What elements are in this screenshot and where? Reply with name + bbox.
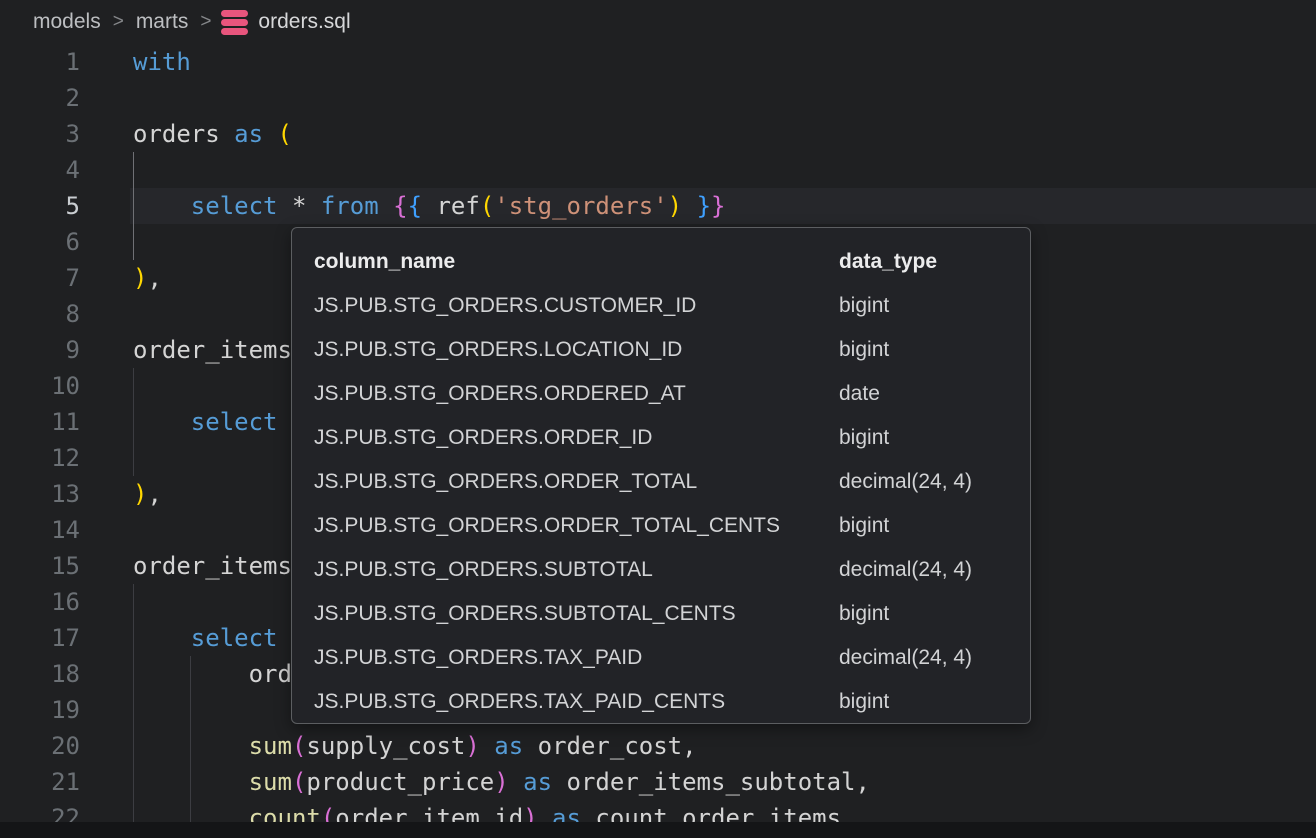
column-name-cell: JS.PUB.STG_ORDERS.CUSTOMER_ID [314, 294, 839, 318]
code-line[interactable]: 5 select * from {{ ref('stg_orders') }} [0, 188, 1316, 224]
code-text: sum(product_price) as order_items_subtot… [133, 764, 870, 800]
line-number: 3 [0, 116, 80, 152]
code-text: ), [133, 260, 162, 296]
data-type-cell: bigint [839, 294, 1008, 318]
column-row: JS.PUB.STG_ORDERS.TAX_PAID_CENTSbigint [292, 680, 1030, 724]
line-number: 12 [0, 440, 80, 476]
code-line[interactable]: 2 [0, 80, 1316, 116]
chevron-right-icon: > [200, 11, 211, 33]
indent-guide [190, 656, 191, 836]
data-type-cell: decimal(24, 4) [839, 646, 1008, 670]
data-type-cell: bigint [839, 426, 1008, 450]
line-number: 10 [0, 368, 80, 404]
column-row: JS.PUB.STG_ORDERS.SUBTOTAL_CENTSbigint [292, 592, 1030, 636]
code-line[interactable]: 3 orders as ( [0, 116, 1316, 152]
code-text: select * from {{ ref('stg_orders') }} [133, 188, 725, 224]
breadcrumb-file-name[interactable]: orders.sql [258, 10, 350, 34]
line-number: 15 [0, 548, 80, 584]
breadcrumb-item-models[interactable]: models [33, 10, 101, 34]
line-number: 2 [0, 80, 80, 116]
line-number: 5 [0, 188, 80, 224]
line-number: 7 [0, 260, 80, 296]
chevron-right-icon: > [113, 11, 124, 33]
column-row: JS.PUB.STG_ORDERS.ORDER_IDbigint [292, 416, 1030, 460]
column-row: JS.PUB.STG_ORDERS.TAX_PAIDdecimal(24, 4) [292, 636, 1030, 680]
code-text: orders as ( [133, 116, 292, 152]
column-name-cell: JS.PUB.STG_ORDERS.ORDER_TOTAL_CENTS [314, 514, 839, 538]
indent-guide [133, 152, 134, 260]
line-number: 4 [0, 152, 80, 188]
column-name-cell: JS.PUB.STG_ORDERS.TAX_PAID [314, 646, 839, 670]
column-name-cell: JS.PUB.STG_ORDERS.TAX_PAID_CENTS [314, 690, 839, 714]
data-type-cell: bigint [839, 514, 1008, 538]
column-row: JS.PUB.STG_ORDERS.ORDER_TOTALdecimal(24,… [292, 460, 1030, 504]
column-name-cell: JS.PUB.STG_ORDERS.ORDER_ID [314, 426, 839, 450]
data-type-cell: decimal(24, 4) [839, 470, 1008, 494]
data-type-header: data_type [839, 250, 1008, 274]
column-row: JS.PUB.STG_ORDERS.LOCATION_IDbigint [292, 328, 1030, 372]
popup-header-row: column_name data_type [292, 240, 1030, 284]
column-name-cell: JS.PUB.STG_ORDERS.LOCATION_ID [314, 338, 839, 362]
popup-rows: JS.PUB.STG_ORDERS.CUSTOMER_IDbigintJS.PU… [292, 284, 1030, 724]
data-type-cell: bigint [839, 338, 1008, 362]
code-text: select [133, 620, 278, 656]
line-number: 8 [0, 296, 80, 332]
column-row: JS.PUB.STG_ORDERS.ORDER_TOTAL_CENTSbigin… [292, 504, 1030, 548]
code-text: select [133, 404, 278, 440]
data-type-cell: decimal(24, 4) [839, 558, 1008, 582]
line-number: 9 [0, 332, 80, 368]
column-name-header: column_name [314, 250, 839, 274]
line-number: 16 [0, 584, 80, 620]
line-number: 6 [0, 224, 80, 260]
data-type-cell: bigint [839, 602, 1008, 626]
line-number: 20 [0, 728, 80, 764]
line-number: 17 [0, 620, 80, 656]
column-row: JS.PUB.STG_ORDERS.CUSTOMER_IDbigint [292, 284, 1030, 328]
code-text: with [133, 44, 191, 80]
code-text: ), [133, 476, 162, 512]
code-line[interactable]: 21 sum(product_price) as order_items_sub… [0, 764, 1316, 800]
code-text: ord [133, 656, 292, 692]
line-number: 13 [0, 476, 80, 512]
line-number: 19 [0, 692, 80, 728]
column-row: JS.PUB.STG_ORDERS.SUBTOTALdecimal(24, 4) [292, 548, 1030, 592]
column-name-cell: JS.PUB.STG_ORDERS.ORDERED_AT [314, 382, 839, 406]
line-number: 14 [0, 512, 80, 548]
column-row: JS.PUB.STG_ORDERS.ORDERED_ATdate [292, 372, 1030, 416]
code-line[interactable]: 1 with [0, 44, 1316, 80]
code-text: order_items [133, 548, 292, 584]
code-text: sum(supply_cost) as order_cost, [133, 728, 697, 764]
column-name-cell: JS.PUB.STG_ORDERS.ORDER_TOTAL [314, 470, 839, 494]
code-text: order_items [133, 332, 292, 368]
column-metadata-popup: column_name data_type JS.PUB.STG_ORDERS.… [291, 227, 1031, 724]
indent-guide [133, 368, 134, 476]
indent-guide [133, 584, 134, 836]
column-name-cell: JS.PUB.STG_ORDERS.SUBTOTAL_CENTS [314, 602, 839, 626]
code-line[interactable]: 4 [0, 152, 1316, 188]
code-line[interactable]: 20 sum(supply_cost) as order_cost, [0, 728, 1316, 764]
data-type-cell: date [839, 382, 1008, 406]
column-name-cell: JS.PUB.STG_ORDERS.SUBTOTAL [314, 558, 839, 582]
bottom-panel-edge [0, 822, 1316, 838]
line-number: 11 [0, 404, 80, 440]
line-number: 21 [0, 764, 80, 800]
line-number: 18 [0, 656, 80, 692]
breadcrumb: models > marts > orders.sql [0, 0, 1316, 44]
database-icon [221, 10, 248, 35]
line-number: 1 [0, 44, 80, 80]
data-type-cell: bigint [839, 690, 1008, 714]
breadcrumb-item-marts[interactable]: marts [136, 10, 189, 34]
